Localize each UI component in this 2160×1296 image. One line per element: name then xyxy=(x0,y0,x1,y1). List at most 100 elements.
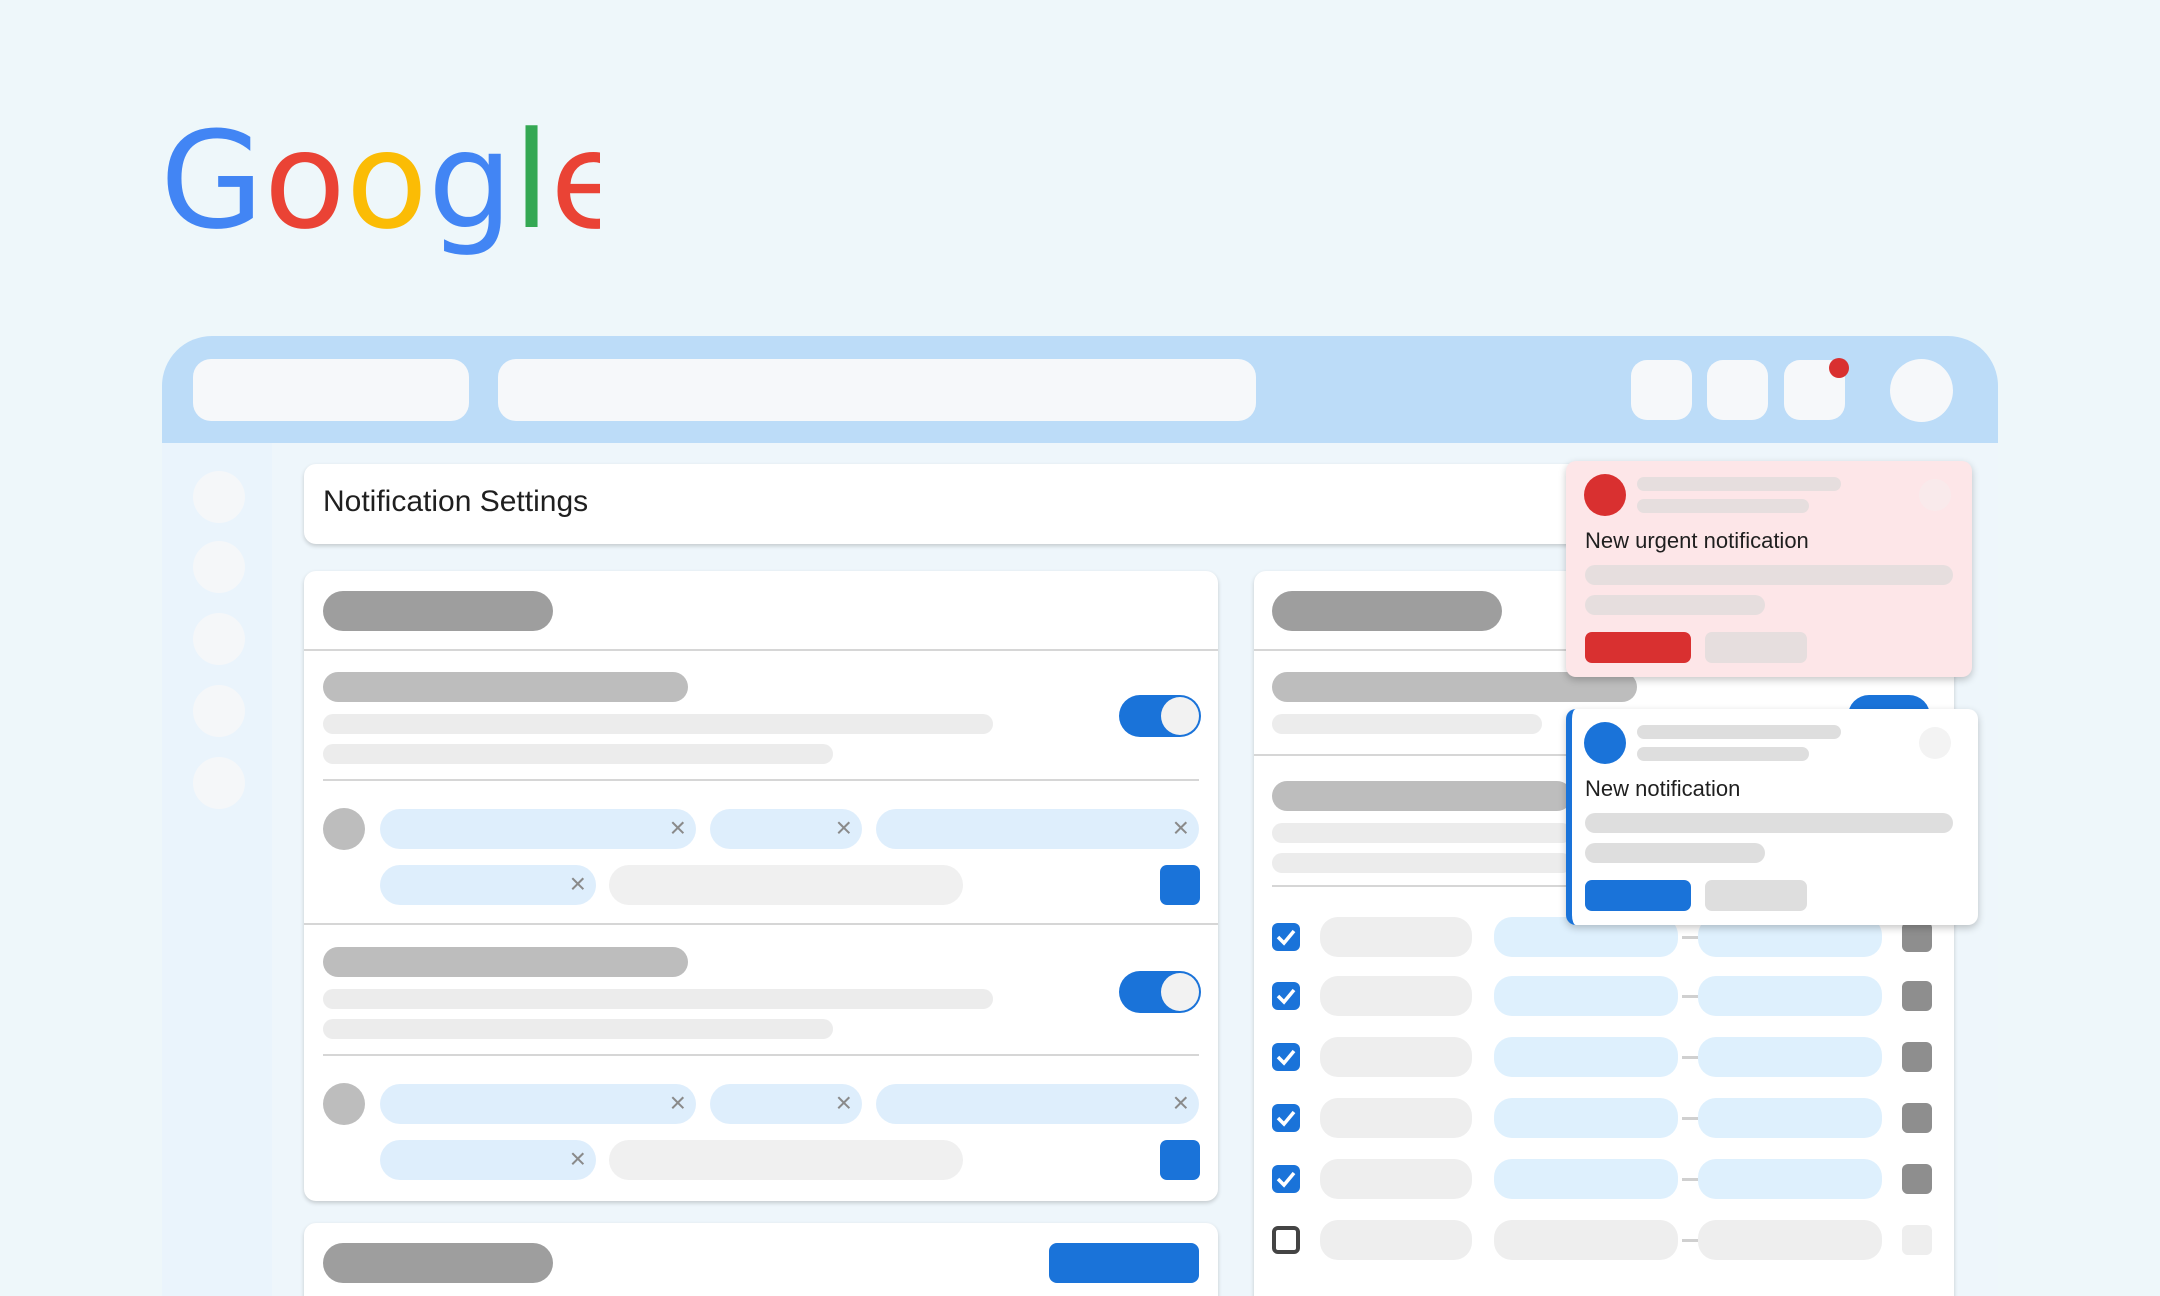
chip-remove-icon[interactable]: × xyxy=(1173,812,1189,844)
secondary-action-button[interactable] xyxy=(1705,632,1807,663)
row-action-icon[interactable] xyxy=(1902,1042,1932,1072)
row-cell xyxy=(1320,976,1472,1016)
add-button[interactable] xyxy=(1160,1140,1200,1180)
sidebar-item-3[interactable] xyxy=(193,613,245,665)
row-checkbox[interactable] xyxy=(1272,982,1300,1010)
row-cell xyxy=(1320,1220,1472,1260)
primary-action-button[interactable] xyxy=(1585,632,1691,663)
card-heading xyxy=(1272,591,1502,631)
row-cell xyxy=(1320,917,1472,957)
notification-title: New notification xyxy=(1585,776,1741,801)
chip-remove-icon[interactable]: × xyxy=(1173,1087,1189,1119)
sender-line xyxy=(1637,725,1841,739)
recipient-chip[interactable]: × xyxy=(380,865,596,905)
row-end-field[interactable] xyxy=(1698,1037,1882,1077)
row-start-field[interactable] xyxy=(1494,976,1678,1016)
notification-toast[interactable]: New notification xyxy=(1566,709,1978,925)
body-line xyxy=(1585,595,1765,615)
close-icon[interactable] xyxy=(1919,727,1951,759)
chip-remove-icon[interactable]: × xyxy=(670,812,686,844)
recipient-chip[interactable]: × xyxy=(380,809,696,849)
list-row xyxy=(1272,1220,1936,1260)
row-cell xyxy=(1320,1098,1472,1138)
row-checkbox[interactable] xyxy=(1272,1104,1300,1132)
address-bar[interactable] xyxy=(498,359,1256,421)
tab-pill[interactable] xyxy=(193,359,469,421)
row-end-field[interactable] xyxy=(1698,1159,1882,1199)
notification-badge xyxy=(1829,358,1849,378)
urgent-notification-toast[interactable]: New urgent notification xyxy=(1566,461,1972,677)
toolbar-button-2[interactable] xyxy=(1707,360,1768,420)
row-end-field[interactable] xyxy=(1698,1220,1882,1260)
row-action-icon[interactable] xyxy=(1902,922,1932,952)
range-separator xyxy=(1682,1239,1698,1242)
card-heading xyxy=(323,1243,553,1283)
section-desc-line xyxy=(323,1019,833,1039)
row-start-field[interactable] xyxy=(1494,1098,1678,1138)
enable-toggle[interactable] xyxy=(1119,695,1201,737)
enable-toggle[interactable] xyxy=(1119,971,1201,1013)
primary-action-button[interactable] xyxy=(1585,880,1691,911)
avatar[interactable] xyxy=(1890,359,1953,422)
sidebar-item-2[interactable] xyxy=(193,541,245,593)
time-line xyxy=(1637,499,1809,513)
chip-remove-icon[interactable]: × xyxy=(570,868,586,900)
divider xyxy=(323,779,1199,781)
settings-card-left: × × × × × × × × xyxy=(304,571,1218,1201)
recipient-chip[interactable]: × xyxy=(380,1140,596,1180)
section-desc-line xyxy=(1272,853,1572,873)
section-desc-line xyxy=(1272,714,1542,734)
row-start-field[interactable] xyxy=(1494,1220,1678,1260)
google-logo: Google xyxy=(160,115,600,259)
recipient-chip[interactable]: × xyxy=(876,809,1199,849)
recipient-avatar xyxy=(323,808,365,850)
section-desc-line xyxy=(1272,823,1572,843)
range-separator xyxy=(1682,1117,1698,1120)
section-title xyxy=(323,947,688,977)
row-checkbox[interactable] xyxy=(1272,923,1300,951)
notification-indicator-icon xyxy=(1584,722,1626,764)
row-end-field[interactable] xyxy=(1698,976,1882,1016)
chip-remove-icon[interactable]: × xyxy=(570,1143,586,1175)
chip-remove-icon[interactable]: × xyxy=(836,1087,852,1119)
close-icon[interactable] xyxy=(1919,479,1951,511)
top-bar xyxy=(162,336,1998,443)
add-recipient-input[interactable] xyxy=(609,865,963,905)
row-action-icon[interactable] xyxy=(1902,1225,1932,1255)
toggle-knob xyxy=(1161,697,1199,735)
chip-remove-icon[interactable]: × xyxy=(670,1087,686,1119)
row-action-icon[interactable] xyxy=(1902,1103,1932,1133)
row-cell xyxy=(1320,1159,1472,1199)
urgent-indicator-icon xyxy=(1584,474,1626,516)
row-action-icon[interactable] xyxy=(1902,981,1932,1011)
section-title xyxy=(323,672,688,702)
sidebar-item-4[interactable] xyxy=(193,685,245,737)
primary-button[interactable] xyxy=(1049,1243,1199,1283)
row-start-field[interactable] xyxy=(1494,1159,1678,1199)
secondary-action-button[interactable] xyxy=(1705,880,1807,911)
recipient-chip[interactable]: × xyxy=(380,1084,696,1124)
row-start-field[interactable] xyxy=(1494,1037,1678,1077)
row-cell xyxy=(1320,1037,1472,1077)
divider xyxy=(304,649,1218,651)
row-checkbox[interactable] xyxy=(1272,1165,1300,1193)
notification-title: New urgent notification xyxy=(1585,528,1809,553)
add-recipient-input[interactable] xyxy=(609,1140,963,1180)
recipient-chip[interactable]: × xyxy=(876,1084,1199,1124)
row-checkbox[interactable] xyxy=(1272,1226,1300,1254)
recipient-chip[interactable]: × xyxy=(710,1084,862,1124)
sidebar-item-5[interactable] xyxy=(193,757,245,809)
section-title xyxy=(1272,781,1572,811)
page-title: Notification Settings xyxy=(323,485,589,518)
body-line xyxy=(1585,813,1953,833)
row-action-icon[interactable] xyxy=(1902,1164,1932,1194)
toolbar-button-1[interactable] xyxy=(1631,360,1692,420)
chip-remove-icon[interactable]: × xyxy=(836,812,852,844)
add-button[interactable] xyxy=(1160,865,1200,905)
recipient-chip[interactable]: × xyxy=(710,809,862,849)
sidebar-item-1[interactable] xyxy=(193,471,245,523)
row-end-field[interactable] xyxy=(1698,1098,1882,1138)
row-checkbox[interactable] xyxy=(1272,1043,1300,1071)
range-separator xyxy=(1682,1056,1698,1059)
toggle-knob xyxy=(1161,973,1199,1011)
